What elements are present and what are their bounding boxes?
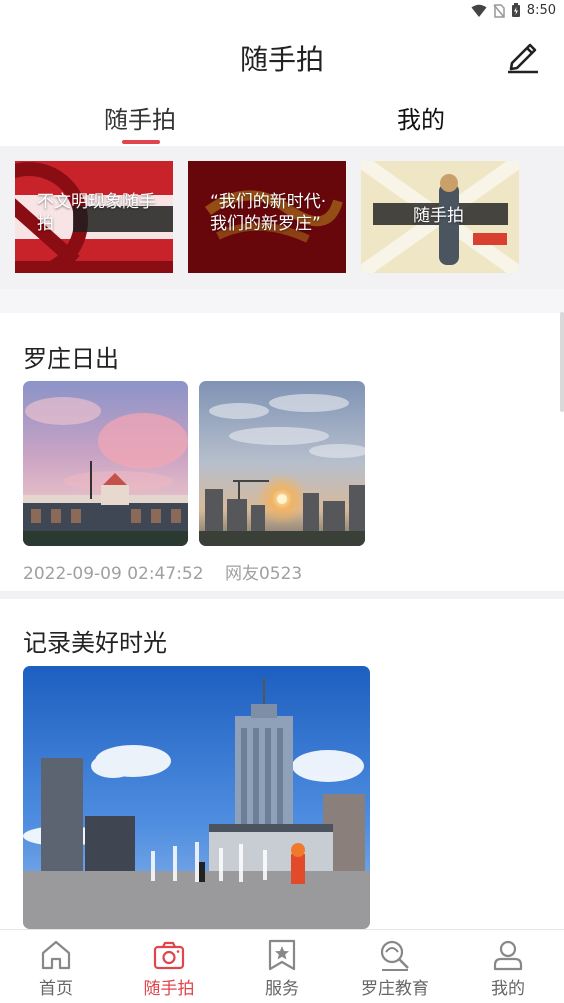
battery-icon: [511, 3, 520, 17]
banner-caption: 随手拍: [413, 206, 464, 226]
city-plaza-photo: [23, 666, 370, 929]
pencil-icon: [508, 43, 538, 74]
tab-mine[interactable]: 我的: [397, 100, 445, 135]
app-header: 随手拍: [0, 26, 564, 86]
tab-suishoupai[interactable]: 随手拍: [104, 100, 176, 135]
status-icons: 8:50: [471, 3, 556, 18]
tab-bar: 随手拍 我的: [0, 92, 564, 146]
post-photo[interactable]: [23, 381, 188, 546]
section-divider: [0, 591, 564, 599]
nav-home[interactable]: 首页: [0, 930, 112, 1003]
topic-banner-new-era[interactable]: “我们的新时代·我们的新罗庄”: [188, 161, 346, 273]
nav-label: 首页: [39, 979, 73, 999]
post-photo[interactable]: [23, 666, 370, 929]
topic-banner-uncivil[interactable]: 不文明现象随手拍: [15, 161, 173, 273]
wifi-icon: [471, 4, 487, 17]
camera-icon: [153, 941, 185, 970]
topic-banner-strip: 不文明现象随手拍 “我们的新时代·我们的新罗庄” 随手拍: [0, 146, 564, 289]
star-bookmark-icon: [268, 939, 296, 971]
active-tab-indicator: [122, 140, 160, 144]
post-card[interactable]: 罗庄日出 2022-09-09 02:47:52 网友0523: [0, 313, 564, 591]
post-meta: 2022-09-09 02:47:52 网友0523: [23, 559, 318, 584]
nav-suishoupai[interactable]: 随手拍: [113, 930, 225, 1003]
section-divider: [0, 289, 564, 313]
education-icon: [380, 940, 409, 971]
post-photo[interactable]: [199, 381, 365, 546]
post-author: 网友0523: [224, 564, 303, 584]
scrollbar[interactable]: [560, 312, 564, 412]
nav-service[interactable]: 服务: [226, 930, 338, 1003]
sunrise-skyline-photo: [199, 381, 365, 546]
nav-mine[interactable]: 我的: [452, 930, 564, 1003]
banner-caption: “我们的新时代·我们的新罗庄”: [210, 192, 327, 234]
nav-label: 随手拍: [143, 979, 195, 999]
nav-label: 服务: [265, 979, 299, 999]
nav-education[interactable]: 罗庄教育: [339, 930, 451, 1003]
sunrise-building-photo: [23, 381, 188, 546]
edit-post-button[interactable]: [504, 36, 542, 74]
page-title: 随手拍: [239, 43, 324, 76]
banner-caption: 不文明现象随手拍: [37, 192, 156, 234]
topic-banner-photo-collection[interactable]: 随手拍: [361, 161, 519, 273]
bottom-navigation: 首页 随手拍 服务 罗庄教育 我的: [0, 929, 564, 1002]
post-timestamp: 2022-09-09 02:47:52: [23, 564, 204, 584]
home-icon: [41, 940, 71, 970]
post-title: 记录美好时光: [23, 629, 167, 657]
status-bar: 8:50: [0, 0, 564, 26]
post-card[interactable]: 记录美好时光: [0, 599, 564, 929]
post-title: 罗庄日出: [23, 345, 119, 373]
user-icon: [493, 940, 523, 971]
status-time: 8:50: [526, 3, 556, 18]
nav-label: 罗庄教育: [361, 979, 429, 999]
nav-label: 我的: [491, 979, 525, 999]
no-sim-icon: [493, 3, 505, 18]
